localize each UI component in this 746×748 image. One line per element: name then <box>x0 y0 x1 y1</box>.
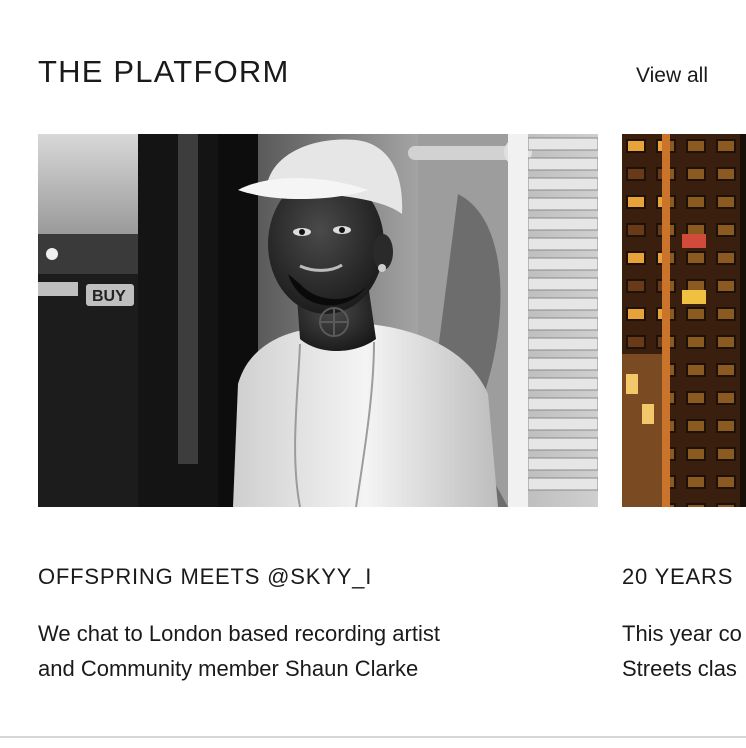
view-all-link[interactable]: View all <box>636 64 708 88</box>
shop-sign-text: BUY <box>92 288 126 305</box>
article-description-line: This year co <box>622 621 742 646</box>
article-description: We chat to London based recording artist… <box>38 616 538 686</box>
portrait-photo: BUY <box>38 134 598 507</box>
article-description-line: and Community member Shaun Clarke <box>38 656 419 681</box>
page: THE PLATFORM View all BUY OFFSPRING MEET… <box>0 0 746 748</box>
article-card[interactable]: 20 YEARS This year co Streets clas <box>622 134 746 681</box>
section-divider <box>0 736 746 738</box>
article-image[interactable] <box>622 134 746 507</box>
article-carousel[interactable]: BUY OFFSPRING MEETS @SKYY_I We chat to L… <box>38 134 746 714</box>
article-title[interactable]: 20 YEARS <box>622 564 733 590</box>
article-description: This year co Streets clas <box>622 616 746 686</box>
article-description-line: Streets clas <box>622 656 737 681</box>
article-image[interactable]: BUY <box>38 134 598 507</box>
article-card[interactable]: BUY OFFSPRING MEETS @SKYY_I We chat to L… <box>38 134 598 681</box>
article-title[interactable]: OFFSPRING MEETS @SKYY_I <box>38 564 372 590</box>
section-header: THE PLATFORM View all <box>38 52 710 96</box>
tower-block-photo <box>622 134 746 507</box>
section-title: THE PLATFORM <box>38 54 290 89</box>
article-description-line: We chat to London based recording artist <box>38 621 440 646</box>
